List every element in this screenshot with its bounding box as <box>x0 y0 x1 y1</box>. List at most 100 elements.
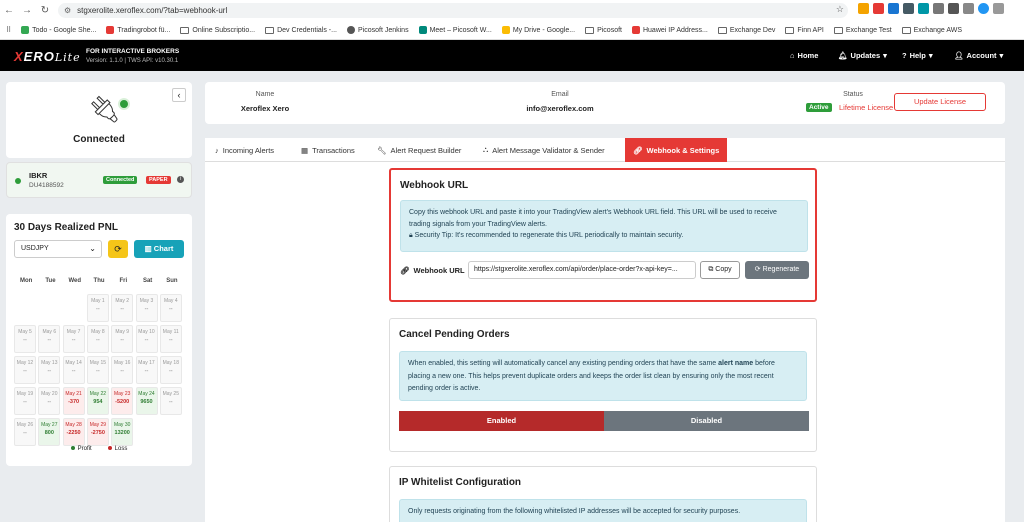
weekday-label: Thu <box>93 278 105 284</box>
download-icon[interactable] <box>948 3 959 14</box>
table-icon: ▦ <box>301 145 309 155</box>
bookmark-item[interactable]: Meet – Picosoft W... <box>418 26 492 34</box>
copy-button[interactable]: ⧉ Copy <box>700 261 740 279</box>
calendar-date: May 29 <box>89 422 107 428</box>
link-icon: 🔗︎ <box>400 266 410 275</box>
bookmark-item[interactable]: Dev Credentials -... <box>265 26 337 34</box>
calendar-day: May 26 -- <box>14 418 36 446</box>
email-label: Email <box>551 91 569 98</box>
enabled-option[interactable]: Enabled <box>399 411 604 431</box>
folder-icon <box>180 26 190 34</box>
sitemap-icon: ⛬ <box>483 145 489 154</box>
bookmark-item[interactable]: Huawei IP Address... <box>631 26 708 34</box>
calendar-day: May 10 -- <box>135 325 158 353</box>
weekday-label: Fri <box>119 278 128 284</box>
extension-icon[interactable] <box>918 3 929 14</box>
bell-icon: ♪ <box>215 145 219 155</box>
url-text: stgxerolite.xeroflex.com/?tab=webhook-ur… <box>77 6 228 15</box>
back-icon[interactable]: ← <box>0 5 18 16</box>
refresh-button[interactable]: ⟳ <box>108 240 128 258</box>
forward-icon[interactable]: → <box>18 5 36 16</box>
calendar-day: May 13 -- <box>38 356 61 384</box>
tab-incoming-alerts[interactable]: ♪ Incoming Alerts <box>207 138 282 162</box>
extension-icon[interactable] <box>873 3 884 14</box>
calendar-date: May 27 <box>41 422 58 428</box>
profile-avatar-icon[interactable] <box>978 3 989 14</box>
cancel-pending-info-alert: When enabled, this setting will automati… <box>399 351 807 401</box>
tab-webhook-settings[interactable]: 🔗︎ Webhook & Settings <box>625 138 728 162</box>
folder-icon <box>901 26 911 34</box>
calendar-day: May 1 -- <box>86 294 109 322</box>
weekday-label: Wed <box>68 278 82 284</box>
calendar-pnl-value: -- <box>144 306 149 312</box>
bookmark-item[interactable]: Picosoft Jenkins <box>346 26 409 34</box>
bookmark-item[interactable]: Picosoft <box>585 26 622 34</box>
puzzle-icon[interactable] <box>933 3 944 14</box>
calendar-day: May 25 -- <box>159 387 182 415</box>
nav-account[interactable]: 👤︎ Account ▾ <box>954 51 1003 60</box>
status-label: Status <box>843 91 863 98</box>
symbol-select[interactable]: USDJPY ⌄ <box>14 240 102 258</box>
cancel-pending-title: Cancel Pending Orders <box>399 329 510 340</box>
nav-help[interactable]: ? Help ▾ <box>902 51 933 60</box>
nav-home[interactable]: ⌂ Home <box>790 51 818 60</box>
calendar-pnl-value: -- <box>168 337 173 343</box>
bookmark-item[interactable]: Exchange AWS <box>901 26 962 34</box>
disabled-option[interactable]: Disabled <box>604 411 809 431</box>
update-license-button[interactable]: Update License <box>894 93 986 111</box>
plug-icon: 🔌︎ <box>88 94 122 124</box>
bookmark-item[interactable]: Exchange Test <box>833 26 892 34</box>
calendar-pnl-value: -- <box>168 399 173 405</box>
webhook-url-input[interactable]: https://stgxerolite.xeroflex.com/api/ord… <box>468 261 696 279</box>
nav-updates[interactable]: 🔔︎ Updates ▾ <box>838 51 887 60</box>
calendar-date: May 7 <box>66 329 81 335</box>
menu-kebab-icon[interactable] <box>993 3 1004 14</box>
account-name: IBKR <box>29 171 48 180</box>
extension-icon[interactable] <box>858 3 869 14</box>
profit-dot-icon <box>70 446 75 450</box>
account-status-dot <box>15 178 21 184</box>
name-label: Name <box>255 91 275 98</box>
address-bar[interactable]: ⚙ stgxerolite.xeroflex.com/?tab=webhook-… <box>58 3 848 18</box>
extension-icon[interactable] <box>903 3 914 14</box>
bookmark-star-icon[interactable]: ☆ <box>836 4 844 15</box>
calendar-pnl-value: -- <box>47 337 52 343</box>
connection-status-dot <box>118 98 130 110</box>
folder-icon <box>833 26 843 34</box>
tab-alert-request-builder[interactable]: 🔧︎ Alert Request Builder <box>369 138 469 162</box>
calendar-date: May 30 <box>113 422 131 428</box>
tab-transactions[interactable]: ▦ Transactions <box>293 138 363 162</box>
calendar-date: May 1 <box>91 298 105 304</box>
bookmark-item[interactable]: My Drive - Google... <box>501 26 575 34</box>
extension-icon[interactable] <box>888 3 899 14</box>
chart-button[interactable]: ▥ Chart <box>134 240 184 258</box>
calendar-day: May 19 -- <box>14 387 36 415</box>
reload-icon[interactable]: ↻ <box>36 5 54 16</box>
calendar-pnl-value: -- <box>96 368 100 374</box>
calendar-date: May 6 <box>42 329 57 335</box>
site-info-icon[interactable]: ⚙ <box>64 6 71 15</box>
status-badge: Active <box>806 103 832 112</box>
brand-version: Version: 1.1.0 | TWS API: v10.30.1 <box>86 58 179 64</box>
bookmark-item[interactable]: Todo - Google She... <box>21 26 96 34</box>
app-logo[interactable]: XEROLite <box>14 49 81 64</box>
bookmark-item[interactable]: Online Subscriptio... <box>180 26 255 34</box>
cancel-pending-card: Cancel Pending Orders When enabled, this… <box>389 318 817 452</box>
bookmark-item[interactable]: Tradingrobot fü... <box>106 26 170 34</box>
collapse-sidebar-button[interactable]: ‹ <box>172 88 186 102</box>
calendar-day: May 18 -- <box>159 356 182 384</box>
apps-grid-icon[interactable]: ⠿ <box>6 26 11 34</box>
calendar-date: May 4 <box>163 298 178 304</box>
regenerate-button[interactable]: ⟳ Regenerate <box>745 261 809 279</box>
calendar-date: May 25 <box>162 391 179 397</box>
bookmark-item[interactable]: Exchange Dev <box>717 26 775 34</box>
tab-alert-message-validator[interactable]: ⛬ Alert Message Validator & Sender <box>475 138 613 162</box>
license-card: Name Xeroflex Xero Email info@xeroflex.c… <box>205 82 1005 124</box>
user-email: info@xeroflex.com <box>526 104 594 113</box>
ip-whitelist-card: IP Whitelist Configuration Only requests… <box>389 466 817 522</box>
calendar-pnl-value: -- <box>120 306 125 312</box>
sidepanel-icon[interactable] <box>963 3 974 14</box>
info-icon[interactable]: i <box>177 176 184 183</box>
bookmark-item[interactable]: Finn API <box>785 26 824 34</box>
weekday-header: Mon Tue Wed Thu Fri Sat Sun <box>14 278 184 284</box>
